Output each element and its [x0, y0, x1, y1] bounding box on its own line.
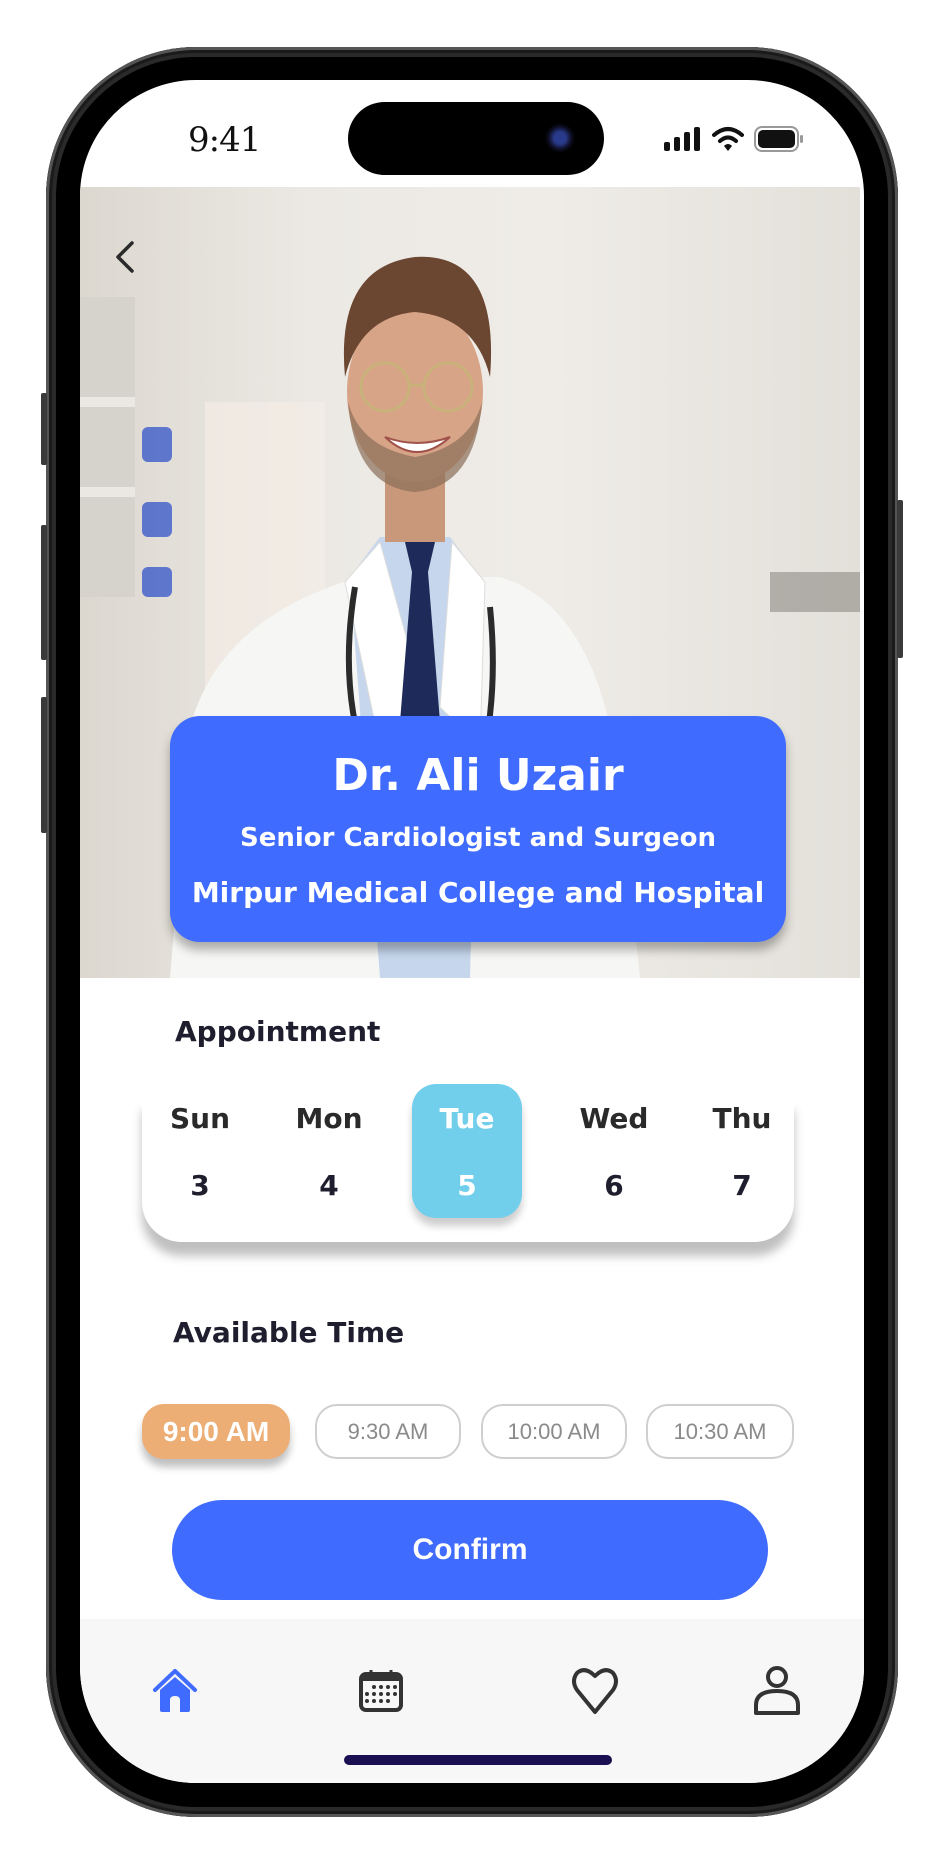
- day-date: 5: [457, 1169, 477, 1202]
- day-date: 3: [190, 1169, 210, 1202]
- day-name: Sun: [169, 1102, 231, 1135]
- chevron-left-icon: [116, 241, 134, 273]
- day-name: Mon: [295, 1102, 363, 1135]
- heart-icon: [572, 1668, 618, 1714]
- action-button: [41, 393, 47, 465]
- screen: 9:41 Dr. Ali Uzair Senior Cardiologist a…: [80, 80, 864, 1783]
- calendar-icon: [359, 1670, 403, 1712]
- time-slot-1000[interactable]: 10:00 AM: [481, 1404, 627, 1459]
- day-name: Thu: [712, 1102, 772, 1135]
- day-date: 4: [319, 1169, 339, 1202]
- day-sun[interactable]: Sun 3: [145, 1084, 255, 1218]
- dynamic-island: [348, 102, 604, 175]
- doctor-info-card: Dr. Ali Uzair Senior Cardiologist and Su…: [170, 716, 786, 942]
- battery-icon: [754, 126, 803, 152]
- profile-icon: [754, 1666, 800, 1715]
- volume-down-button: [41, 697, 47, 833]
- day-thu[interactable]: Thu 7: [687, 1084, 797, 1218]
- doctor-specialty: Senior Cardiologist and Surgeon: [240, 823, 716, 853]
- time-slot-1030[interactable]: 10:30 AM: [646, 1404, 794, 1459]
- wifi-icon: [712, 127, 744, 151]
- day-tue[interactable]: Tue 5: [412, 1084, 522, 1218]
- front-camera-icon: [546, 124, 574, 152]
- nav-home[interactable]: [145, 1661, 205, 1721]
- day-wed[interactable]: Wed 6: [559, 1084, 669, 1218]
- nav-profile[interactable]: [747, 1661, 807, 1721]
- confirm-button[interactable]: Confirm: [172, 1500, 768, 1600]
- bottom-navigation: [80, 1619, 864, 1783]
- home-icon: [153, 1669, 197, 1712]
- doctor-hospital: Mirpur Medical College and Hospital: [191, 876, 765, 909]
- day-date: 6: [604, 1169, 624, 1202]
- power-button: [897, 500, 903, 658]
- time-slot-930[interactable]: 9:30 AM: [315, 1404, 461, 1459]
- volume-up-button: [41, 525, 47, 660]
- status-icons: [664, 126, 804, 152]
- doctor-name: Dr. Ali Uzair: [332, 750, 624, 801]
- day-name: Wed: [579, 1102, 649, 1135]
- time-slot-900[interactable]: 9:00 AM: [142, 1404, 290, 1459]
- day-date: 7: [732, 1169, 752, 1202]
- day-mon[interactable]: Mon 4: [274, 1084, 384, 1218]
- appointment-title: Appointment: [175, 1015, 381, 1048]
- cellular-signal-icon: [664, 127, 700, 151]
- nav-favorites[interactable]: [565, 1661, 625, 1721]
- home-indicator[interactable]: [344, 1755, 612, 1765]
- nav-calendar[interactable]: [351, 1661, 411, 1721]
- day-name: Tue: [439, 1102, 495, 1135]
- back-button[interactable]: [108, 237, 144, 277]
- status-time: 9:41: [188, 120, 261, 160]
- available-time-title: Available Time: [173, 1316, 405, 1349]
